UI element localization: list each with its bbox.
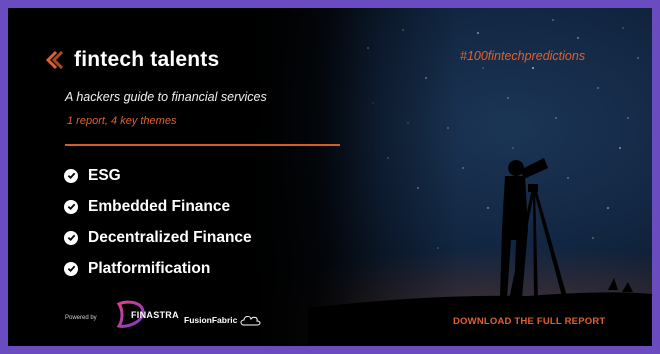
theme-item: Platformification — [64, 253, 252, 284]
brand-logo: fintech talents — [46, 48, 219, 72]
stacked-chevron-logo-icon — [46, 50, 64, 70]
theme-label: ESG — [88, 166, 121, 184]
fusionfabric-logo[interactable]: FusionFabric — [184, 313, 263, 327]
cloud-icon — [240, 316, 261, 326]
theme-item: Embedded Finance — [64, 191, 252, 222]
divider — [65, 144, 340, 146]
download-report-link[interactable]: DOWNLOAD THE FULL REPORT — [453, 316, 605, 327]
theme-label: Embedded Finance — [88, 197, 231, 215]
finastra-label: FINASTRA — [131, 310, 179, 320]
banner: fintech talents A hackers guide to finan… — [8, 8, 652, 346]
hashtag: #100fintechpredictions — [460, 49, 586, 63]
check-circle-icon — [64, 261, 78, 276]
theme-item: Decentralized Finance — [64, 222, 252, 253]
brand-name: fintech talents — [74, 48, 220, 71]
check-circle-icon — [64, 168, 78, 183]
powered-by-label: Powered by — [65, 315, 97, 321]
fusionfabric-label: FusionFabric — [184, 315, 238, 325]
check-circle-icon — [64, 230, 78, 245]
finastra-logo[interactable]: FINASTRA — [113, 300, 179, 330]
themes-list: ESG Embedded Finance Decentralized Finan… — [64, 160, 252, 284]
theme-item: ESG — [64, 160, 252, 191]
theme-label: Decentralized Finance — [88, 228, 252, 246]
theme-label: Platformification — [88, 259, 211, 277]
tagline: 1 report, 4 key themes — [67, 115, 177, 127]
check-circle-icon — [64, 199, 78, 214]
subtitle: A hackers guide to financial services — [65, 90, 267, 104]
